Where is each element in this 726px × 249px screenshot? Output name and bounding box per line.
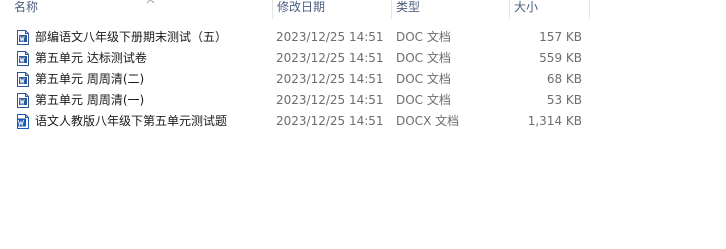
column-header-type[interactable]: 类型 [392, 0, 509, 19]
word-docx-icon [17, 114, 29, 129]
file-type: DOC 文档 [396, 51, 451, 65]
column-header-size-label: 大小 [514, 0, 539, 14]
file-size: 559 KB [539, 51, 582, 65]
column-header-name[interactable]: 名称 [10, 0, 274, 19]
file-name: 语文人教版八年级下第五单元测试题 [35, 114, 228, 128]
sort-ascending-icon [146, 0, 155, 4]
file-modified-date: 2023/12/25 14:51 [276, 114, 384, 128]
file-type: DOC 文档 [396, 93, 451, 107]
word-doc-icon [17, 51, 29, 66]
file-row[interactable]: 第五单元 周周清(一) 2023/12/25 14:51 DOC 文档 53 K… [0, 90, 600, 111]
file-explorer-list-view: 名称 修改日期 类型 大小 部编语文八年级下册期末测试（五） 2023/12/2… [0, 0, 726, 249]
file-size: 157 KB [539, 30, 582, 44]
file-size: 68 KB [546, 72, 582, 86]
word-doc-icon [17, 93, 29, 108]
file-row[interactable]: 语文人教版八年级下第五单元测试题 2023/12/25 14:51 DOCX 文… [0, 111, 600, 132]
file-row[interactable]: 第五单元 周周清(二) 2023/12/25 14:51 DOC 文档 68 K… [0, 69, 600, 90]
word-doc-icon [17, 30, 29, 45]
file-name: 部编语文八年级下册期末测试（五） [35, 30, 228, 44]
file-size: 53 KB [546, 93, 582, 107]
column-header-date-label: 修改日期 [277, 0, 326, 14]
file-type: DOCX 文档 [396, 114, 460, 128]
column-header-name-label: 名称 [14, 0, 39, 14]
file-modified-date: 2023/12/25 14:51 [276, 72, 384, 86]
column-header-size[interactable]: 大小 [510, 0, 589, 19]
file-type: DOC 文档 [396, 72, 451, 86]
file-modified-date: 2023/12/25 14:51 [276, 93, 384, 107]
file-name: 第五单元 达标测试卷 [35, 51, 147, 65]
word-doc-icon [17, 72, 29, 87]
file-modified-date: 2023/12/25 14:51 [276, 51, 384, 65]
column-divider[interactable] [589, 0, 590, 19]
file-type: DOC 文档 [396, 30, 451, 44]
file-modified-date: 2023/12/25 14:51 [276, 30, 384, 44]
file-size: 1,314 KB [527, 114, 582, 128]
column-header-type-label: 类型 [396, 0, 421, 14]
file-row[interactable]: 第五单元 达标测试卷 2023/12/25 14:51 DOC 文档 559 K… [0, 48, 600, 69]
file-name: 第五单元 周周清(一) [35, 93, 145, 107]
file-row[interactable]: 部编语文八年级下册期末测试（五） 2023/12/25 14:51 DOC 文档… [0, 27, 600, 48]
column-header-date[interactable]: 修改日期 [273, 0, 391, 19]
file-name: 第五单元 周周清(二) [35, 72, 145, 86]
column-header-row: 名称 修改日期 类型 大小 [0, 0, 726, 19]
